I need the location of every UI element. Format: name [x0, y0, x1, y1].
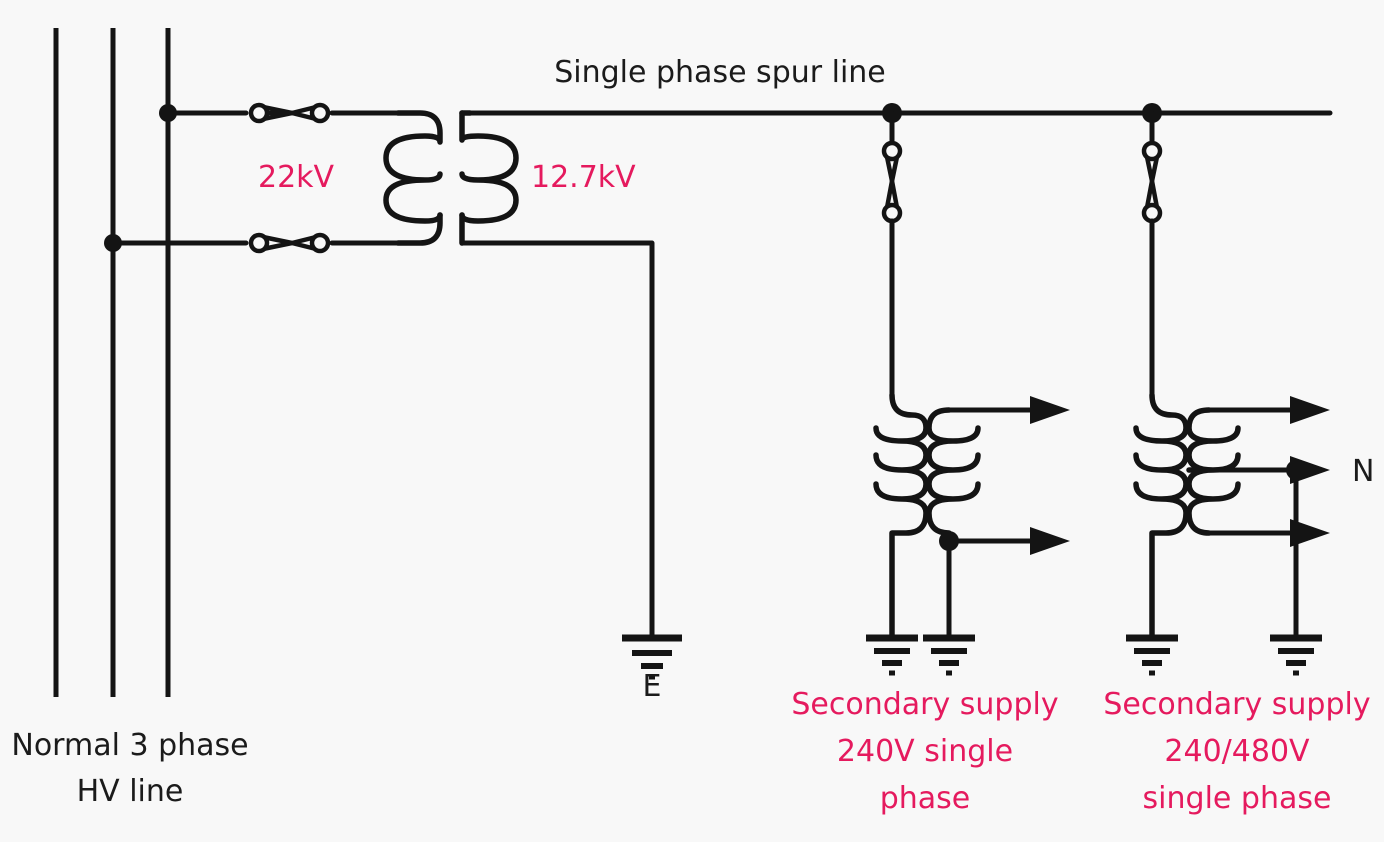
- ground-icon-b-primary: [1126, 634, 1178, 676]
- neutral-label: N: [1352, 454, 1375, 489]
- fuse-icon-drop-a[interactable]: [881, 140, 903, 224]
- hv-line-caption-line2: HV line: [76, 774, 184, 809]
- ground-icon-b-neutral: [1270, 634, 1322, 676]
- arrow-icon-a-lower: [1030, 527, 1070, 555]
- supply-b-caption-line3: single phase: [1142, 781, 1332, 816]
- hv-line-caption-line1: Normal 3 phase: [11, 728, 249, 763]
- distribution-transformer-b: [1126, 103, 1330, 676]
- single-line-diagram: Single phase spur line 22kV 12.7kV E N N…: [0, 0, 1384, 842]
- ground-icon-a-primary: [866, 634, 918, 676]
- distribution-transformer-a: [866, 103, 1070, 676]
- arrow-icon-a-upper: [1030, 396, 1070, 424]
- fuse-icon-drop-b[interactable]: [1141, 140, 1163, 224]
- transformer-icon-b: [1133, 392, 1241, 640]
- earth-label: E: [642, 669, 662, 704]
- hv-three-phase-bus: [53, 28, 171, 697]
- supply-a-caption-line1: Secondary supply: [791, 687, 1059, 722]
- fuse-icon-primary-upper[interactable]: [248, 102, 331, 124]
- arrow-icon-b-upper: [1290, 396, 1330, 424]
- junction-dot-icon-phase3: [159, 104, 177, 122]
- primary-tap-conductors: [104, 104, 401, 252]
- transformer-icon-a: [873, 392, 981, 640]
- ground-icon-a-secondary: [923, 634, 975, 676]
- junction-dot-icon-phase2: [104, 234, 122, 252]
- supply-a-caption-line3: phase: [879, 781, 971, 816]
- supply-b-caption-line1: Secondary supply: [1103, 687, 1371, 722]
- supply-b-caption-line2: 240/480V: [1164, 734, 1310, 769]
- spur-line-title: Single phase spur line: [554, 55, 886, 90]
- supply-a-caption-line2: 240V single: [836, 734, 1014, 769]
- primary-voltage-label: 22kV: [258, 160, 335, 195]
- earth-drop-wire: [459, 240, 655, 640]
- earth-return-conductor: [459, 240, 682, 680]
- secondary-voltage-label: 12.7kV: [531, 160, 636, 195]
- fuse-icon-primary-lower[interactable]: [248, 232, 331, 254]
- transformer-icon-main: [383, 110, 519, 246]
